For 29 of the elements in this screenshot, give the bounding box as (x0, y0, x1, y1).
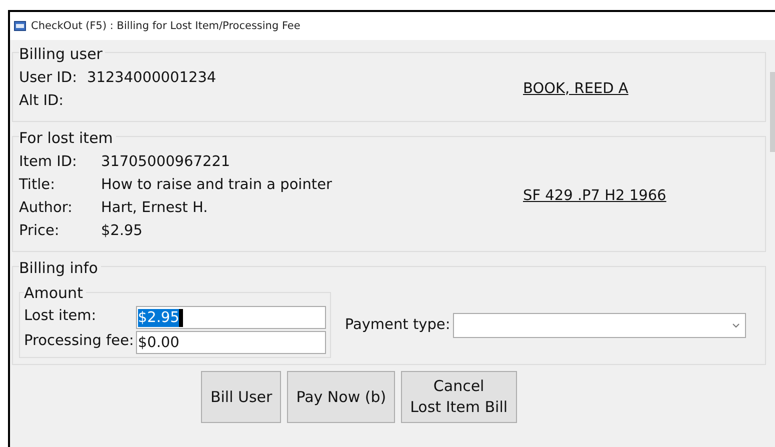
field-value: $0.00 (138, 334, 180, 352)
field-label: Lost item: (24, 307, 98, 326)
field-label: User ID: (19, 69, 78, 88)
field-label: Price: (19, 222, 60, 241)
call-number-link[interactable]: SF 429 .P7 H2 1966 (523, 188, 666, 204)
payment-type-dropdown[interactable] (453, 312, 746, 338)
window-title: CheckOut (F5) : Billing for Lost Item/Processing Fee (31, 20, 302, 32)
amount-field[interactable]: $2.95 (136, 306, 326, 329)
field-label: Title: (19, 176, 56, 195)
scrollbar[interactable] (770, 72, 775, 152)
field-value: $2.95 (101, 222, 144, 241)
action-button[interactable]: Pay Now (b) (287, 371, 396, 423)
field-value: How to raise and train a pointer (101, 176, 333, 195)
field-value: 31234000001234 (87, 69, 218, 88)
action-button[interactable]: Cancel Lost Item Bill (401, 371, 517, 423)
field-label: Item ID: (19, 153, 78, 172)
action-button[interactable]: Bill User (201, 371, 282, 423)
field-value: 31705000967221 (101, 153, 232, 172)
caret-icon (732, 322, 740, 328)
field-value: Hart, Ernest H. (101, 199, 209, 218)
field-label: Alt ID: (19, 92, 65, 111)
user-name-link[interactable]: BOOK, REED A (523, 80, 628, 96)
amount-field[interactable]: $0.00 (136, 331, 326, 354)
field-label: Payment type: (344, 317, 450, 333)
app-icon (14, 21, 26, 31)
field-label: Author: (19, 199, 74, 218)
field-value: $2.95 (138, 308, 180, 326)
text-cursor (179, 308, 184, 326)
field-label: Processing fee: (24, 332, 134, 351)
